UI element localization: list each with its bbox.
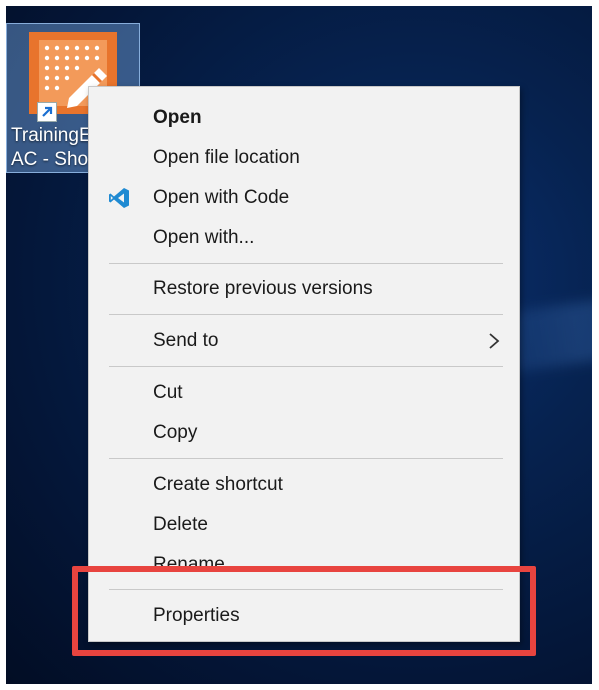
menu-item-delete[interactable]: Delete — [89, 506, 519, 544]
chevron-right-icon — [489, 333, 500, 349]
properties-highlight-box — [72, 566, 536, 656]
menu-item-create-shortcut[interactable]: Create shortcut — [89, 466, 519, 504]
menu-item-open-with[interactable]: Open with... — [89, 219, 519, 257]
menu-item-label: Create shortcut — [153, 474, 283, 495]
menu-item-restore-previous-versions[interactable]: Restore previous versions — [89, 270, 519, 308]
menu-item-label: Cut — [153, 382, 183, 403]
menu-separator — [109, 366, 503, 367]
context-menu: Open Open file location Open with Code O… — [88, 86, 520, 642]
menu-item-label: Delete — [153, 514, 208, 535]
menu-item-label: Open file location — [153, 147, 300, 168]
vscode-icon — [109, 188, 129, 208]
menu-item-copy[interactable]: Copy — [89, 414, 519, 452]
menu-item-label: Send to — [153, 330, 219, 351]
menu-item-cut[interactable]: Cut — [89, 374, 519, 412]
menu-item-label: Restore previous versions — [153, 278, 373, 299]
menu-item-label: Open with... — [153, 227, 255, 248]
menu-item-open-with-code[interactable]: Open with Code — [89, 179, 519, 217]
menu-separator — [109, 458, 503, 459]
menu-item-open-file-location[interactable]: Open file location — [89, 139, 519, 177]
menu-item-open[interactable]: Open — [89, 99, 519, 137]
menu-item-send-to[interactable]: Send to — [89, 322, 519, 360]
menu-item-label: Copy — [153, 422, 198, 443]
menu-item-label: Open with Code — [153, 187, 290, 208]
shortcut-arrow-icon — [37, 102, 57, 122]
menu-separator — [109, 263, 503, 264]
menu-separator — [109, 314, 503, 315]
menu-item-label: Open — [153, 107, 202, 128]
